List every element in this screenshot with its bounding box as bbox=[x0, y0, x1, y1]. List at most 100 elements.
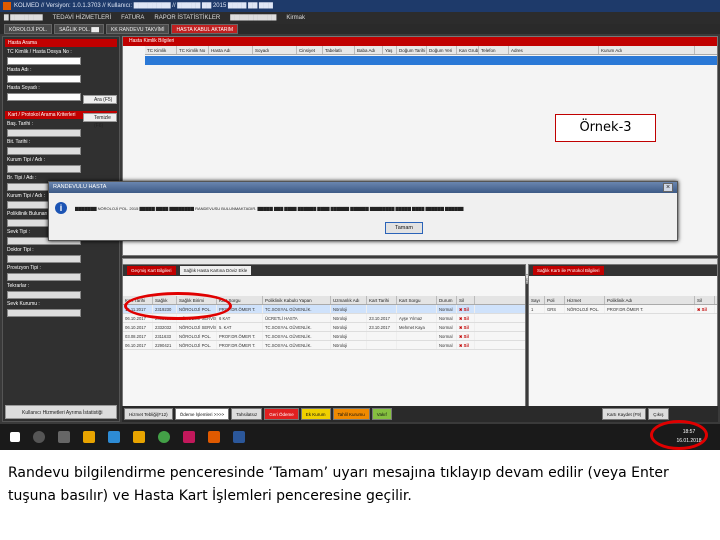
field-input[interactable] bbox=[7, 309, 81, 317]
unpaid-filter[interactable]: Tahsilatsız bbox=[231, 408, 263, 420]
cell: Normal bbox=[437, 305, 457, 313]
cell: NÖROLOJİ POL. bbox=[565, 305, 605, 313]
service-notice-button[interactable]: Hizmet Tebliği(F12) bbox=[124, 408, 173, 420]
name-input[interactable] bbox=[7, 75, 81, 83]
selected-patient-row[interactable] bbox=[145, 56, 717, 65]
tab-add-doc[interactable]: Sağlık Hasta Kartına Döviz Ekle bbox=[179, 266, 252, 275]
menu-item[interactable]: ▇ ▇▇▇▇▇▇▇ bbox=[4, 12, 43, 24]
cell: Nöroloji bbox=[331, 341, 367, 349]
tab-koroloji[interactable]: KÖROLOJİ POL. bbox=[4, 24, 53, 34]
task-view-icon[interactable] bbox=[58, 431, 70, 443]
stats-button[interactable]: Kullanıcı Hizmetleri Ayrıma İstatistiği bbox=[5, 405, 117, 419]
table-row[interactable]: 03.08.2017 2311633 NÖROLOJİ POL. PROF.DR.ÖM… bbox=[123, 332, 525, 341]
column-header: TC Kimlik bbox=[145, 46, 177, 54]
column-header: Doğum Tarihi bbox=[399, 46, 427, 54]
delete-link[interactable]: ✖ Sil bbox=[457, 332, 475, 340]
surname-input[interactable] bbox=[7, 93, 81, 101]
word-icon[interactable] bbox=[233, 431, 245, 443]
delete-link[interactable]: ✖ Sil bbox=[457, 305, 475, 313]
tab-protocol[interactable]: Sağlık Kartı ile Protokol Bilgileri bbox=[533, 266, 604, 275]
tc-input[interactable] bbox=[7, 57, 81, 65]
column-header: Adres bbox=[509, 46, 599, 54]
cell: 23.10.2017 bbox=[367, 314, 397, 322]
start-icon[interactable] bbox=[10, 432, 20, 442]
menu-item[interactable]: ▇▇▇▇▇▇▇▇▇▇ bbox=[230, 12, 276, 24]
tab-randevu[interactable]: KK RANDEVU TAKVİMİ bbox=[106, 24, 170, 34]
cell: 6 KAT bbox=[217, 314, 263, 322]
cell: 1 bbox=[529, 305, 545, 313]
edge-icon[interactable] bbox=[108, 431, 120, 443]
cell: NÖROLOJİ SERVİSİ bbox=[179, 323, 217, 331]
field-input[interactable] bbox=[7, 255, 81, 263]
info-icon: i bbox=[55, 202, 67, 214]
menu-item[interactable]: FATURA bbox=[121, 12, 144, 24]
column-header: TC Kimlik No bbox=[177, 46, 209, 54]
close-icon[interactable]: × bbox=[663, 183, 673, 192]
field-input[interactable] bbox=[7, 273, 81, 281]
save-card-button[interactable]: Kartı Kaydet (F9) bbox=[602, 408, 647, 420]
cell bbox=[397, 305, 437, 313]
app-icon[interactable] bbox=[183, 431, 195, 443]
delete-link[interactable]: ✖ Sil bbox=[457, 314, 475, 322]
tab-saglik[interactable]: SAĞLIK POL. ▇▇ bbox=[54, 24, 105, 34]
protocol-row[interactable]: 1 GRS NÖROLOJİ POL. PROF.DR.ÖMER T. ✖ Sil bbox=[529, 305, 717, 314]
column-header: Telefon bbox=[479, 46, 509, 54]
column-header: Hasta Adı bbox=[209, 46, 253, 54]
extra-institution-filter[interactable]: Ek Kurum bbox=[300, 408, 331, 420]
cell: Normal bbox=[437, 314, 457, 322]
field-input[interactable] bbox=[7, 129, 81, 137]
column-header: Kart Tarihi bbox=[367, 296, 397, 304]
panel-title: Hasta Kimlik Bilgileri bbox=[123, 37, 717, 46]
cell: PROF.DR.ÖMER T. bbox=[217, 332, 263, 340]
protocol-tabs: Sağlık Kartı ile Protokol Bilgileri bbox=[529, 265, 717, 276]
search-icon[interactable] bbox=[33, 431, 45, 443]
lab-institution-filter[interactable]: Tahlil Kurumu bbox=[332, 408, 370, 420]
clear-button[interactable]: Temizle (F6) bbox=[83, 113, 117, 129]
cell bbox=[367, 305, 397, 313]
folder-icon[interactable] bbox=[83, 431, 95, 443]
menu-item[interactable]: TEDAVİ HİZMETLERİ bbox=[53, 12, 112, 24]
cell: 2311633 bbox=[153, 332, 177, 340]
cell: 23.10.2017 bbox=[367, 323, 397, 331]
cell: 03.08.2017 bbox=[123, 332, 153, 340]
name-label: Hasta Adı : bbox=[7, 67, 32, 73]
column-header: Kan Grubu bbox=[459, 46, 479, 54]
dialog-title: RANDEVULU HASTA bbox=[49, 182, 677, 193]
table-row[interactable]: 06.10.2017 2290421 NÖROLOJİ POL. PROF.DR.ÖM… bbox=[123, 341, 525, 350]
tab-past-cards[interactable]: Geçmiş Kart Bilgileri bbox=[127, 266, 176, 275]
field-input[interactable] bbox=[7, 165, 81, 173]
cell: Nöroloji bbox=[331, 305, 367, 313]
exit-button[interactable]: Çıkış bbox=[648, 408, 669, 420]
cell: PROF.DR.ÖMER T. bbox=[605, 305, 695, 313]
column-header: Kurum Adı bbox=[599, 46, 695, 54]
field-label: Doktor Tipi : bbox=[7, 247, 34, 253]
cell: TC.SOSYAL GÜVENLİK. bbox=[263, 332, 331, 340]
field-input[interactable] bbox=[7, 291, 81, 299]
chrome-icon[interactable] bbox=[158, 431, 170, 443]
field-label: Tekrarlar : bbox=[7, 283, 30, 289]
column-header: Yaş bbox=[383, 46, 397, 54]
table-row[interactable]: 06.10.2017 2332032 NÖROLOJİ SERVİSİ 5. KAT T… bbox=[123, 323, 525, 332]
column-header: Soyadı bbox=[253, 46, 297, 54]
cell: Mehmet Kaya bbox=[397, 323, 437, 331]
menu-item[interactable]: RAPOR İSTATİSTİKLER bbox=[154, 12, 220, 24]
kolmed-icon[interactable] bbox=[208, 431, 220, 443]
delete-link[interactable]: ✖ Sil bbox=[457, 341, 475, 349]
search-button[interactable]: Ara (F5) bbox=[83, 95, 117, 104]
foundation-filter[interactable]: Vakıf bbox=[371, 408, 392, 420]
payment-ops-button[interactable]: Ödeme İşlemleri >>>> bbox=[174, 408, 230, 420]
cell bbox=[367, 332, 397, 340]
refund-filter[interactable]: Geri Ödeme bbox=[264, 408, 299, 420]
caption-text: Randevu bilgilendirme penceresinde ‘Tama… bbox=[8, 465, 669, 504]
highlight-ring bbox=[650, 420, 708, 450]
field-input[interactable] bbox=[7, 147, 81, 155]
explorer-icon[interactable] bbox=[133, 431, 145, 443]
delete-link[interactable]: ✖ Sil bbox=[457, 323, 475, 331]
cell: 2332032 bbox=[153, 323, 177, 331]
right-footer: Kartı Kaydet (F9) Çıkış bbox=[600, 406, 716, 422]
menu-item[interactable]: Kirmak bbox=[286, 12, 305, 24]
ok-button[interactable]: Tamam bbox=[385, 222, 423, 234]
cell: TC.SOSYAL GÜVENLİK. bbox=[263, 341, 331, 349]
delete-link[interactable]: ✖ Sil bbox=[695, 305, 715, 313]
tab-hasta-kabul[interactable]: HASTA KABUL AKTARIM bbox=[171, 24, 239, 34]
